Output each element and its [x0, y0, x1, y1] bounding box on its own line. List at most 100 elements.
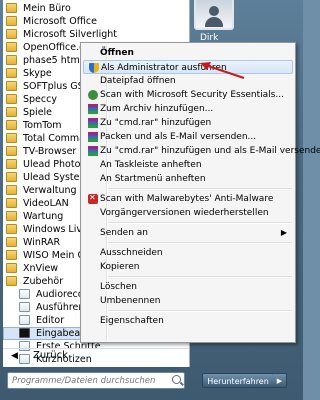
- command-prompt-icon: [19, 328, 30, 338]
- start-menu: Mein Büro Microsoft Office Microsoft Silve…: [0, 0, 320, 400]
- program-label: Wartung: [23, 211, 64, 222]
- malwarebytes-icon: [88, 191, 98, 205]
- context-menu-item[interactable]: Eigenschaften: [83, 314, 293, 328]
- menu-separator: [108, 276, 292, 278]
- context-menu-item[interactable]: Scan with Microsoft Security Essentials.…: [83, 88, 293, 102]
- folder-icon: [6, 211, 17, 221]
- context-menu-label: Scan with Microsoft Security Essentials.…: [100, 90, 284, 100]
- program-label: Ausführen: [36, 302, 85, 313]
- user-avatar[interactable]: [194, 0, 234, 30]
- folder-icon: [6, 185, 17, 195]
- folder-icon: [6, 237, 17, 247]
- winrar-icon: [88, 132, 98, 142]
- program-folder[interactable]: Microsoft Silverlight: [3, 28, 189, 41]
- program-icon: [19, 302, 30, 312]
- program-label: Verwaltung: [23, 185, 77, 196]
- context-menu-item[interactable]: Dateipfad öffnen: [83, 74, 293, 88]
- folder-icon: [6, 81, 17, 91]
- folder-icon: [6, 68, 17, 78]
- context-menu-label: Zu "cmd.rar" hinzufügen und als E-Mail v…: [100, 146, 320, 156]
- context-menu-label: Senden an: [100, 228, 148, 238]
- program-icon: [19, 289, 30, 299]
- uac-shield-icon: [89, 63, 99, 73]
- program-label: TV-Browser: [23, 146, 77, 157]
- avatar-head-shape: [209, 6, 219, 16]
- context-menu-label: An Taskleiste anheften: [100, 160, 202, 170]
- menu-separator: [108, 188, 292, 190]
- context-menu-item[interactable]: Umbenennen: [83, 294, 293, 308]
- avatar-body-shape: [205, 17, 223, 27]
- folder-icon: [6, 159, 17, 169]
- folder-icon: [6, 172, 17, 182]
- context-menu-item[interactable]: Packen und als E-Mail versenden...: [83, 130, 293, 144]
- submenu-arrow-icon: ▶: [280, 228, 287, 237]
- shutdown-options-button[interactable]: ▶: [273, 373, 287, 388]
- security-essentials-icon: [88, 90, 98, 100]
- context-menu-item[interactable]: Ausschneiden: [83, 246, 293, 260]
- program-label: Skype: [23, 68, 52, 79]
- context-menu-label: Kopieren: [100, 262, 140, 272]
- shutdown-button[interactable]: Herunterfahren: [202, 373, 274, 388]
- context-menu-item[interactable]: An Startmenü anheften: [83, 172, 293, 186]
- context-menu-item[interactable]: Als Administrator ausführen: [83, 60, 293, 74]
- search-box[interactable]: [7, 372, 185, 389]
- back-button[interactable]: ◀ Zurück: [3, 348, 189, 363]
- program-label: Spiele: [23, 107, 53, 118]
- menu-separator: [108, 242, 292, 244]
- context-menu-label: Scan with Malwarebytes' Anti-Malware: [100, 194, 274, 204]
- program-folder[interactable]: Mein Büro: [3, 2, 189, 15]
- context-menu-item[interactable]: Löschen: [83, 280, 293, 294]
- program-label: Editor: [36, 315, 65, 326]
- context-menu-label: Löschen: [100, 282, 137, 292]
- context-menu-label: Vorgängerversionen wiederherstellen: [100, 208, 269, 218]
- folder-icon: [6, 224, 17, 234]
- search-input[interactable]: [12, 374, 162, 388]
- folder-icon: [6, 42, 17, 52]
- winrar-icon: [88, 118, 98, 128]
- context-menu-label: Zum Archiv hinzufügen...: [100, 104, 214, 114]
- program-label: Zubehör: [23, 276, 64, 287]
- context-menu-item[interactable]: Zum Archiv hinzufügen...: [83, 102, 293, 116]
- context-menu-item[interactable]: Zu "cmd.rar" hinzufügen und als E-Mail v…: [83, 144, 320, 158]
- program-label: TomTom: [23, 120, 62, 131]
- program-label: VideoLAN: [23, 198, 69, 209]
- context-menu-item[interactable]: Zu "cmd.rar" hinzufügen: [83, 116, 293, 130]
- folder-icon: [6, 263, 17, 273]
- program-label: XnView: [23, 263, 59, 274]
- context-menu-item[interactable]: An Taskleiste anheften: [83, 158, 293, 172]
- context-menu-label: Packen und als E-Mail versenden...: [100, 132, 257, 142]
- context-menu-label: Ausschneiden: [100, 248, 163, 258]
- program-label: Windows Live: [23, 224, 88, 235]
- back-label: Zurück: [33, 350, 68, 361]
- context-menu-item[interactable]: Kopieren: [83, 260, 293, 274]
- folder-icon: [6, 250, 17, 260]
- folder-icon: [6, 29, 17, 39]
- program-icon: [19, 315, 30, 325]
- context-menu-label: Öffnen: [100, 48, 134, 58]
- folder-icon: [6, 55, 17, 65]
- menu-separator: [108, 310, 292, 312]
- folder-icon: [6, 107, 17, 117]
- context-menu-label: Als Administrator ausführen: [101, 63, 227, 73]
- context-menu-label: Dateipfad öffnen: [100, 76, 176, 86]
- context-menu-item[interactable]: Vorgängerversionen wiederherstellen: [83, 206, 293, 220]
- program-folder[interactable]: Microsoft Office: [3, 15, 189, 28]
- folder-icon: [6, 276, 17, 286]
- context-menu: Öffnen Als Administrator ausführen Dateipf…: [80, 42, 320, 343]
- context-menu-label: Zu "cmd.rar" hinzufügen: [100, 118, 212, 128]
- context-menu-item[interactable]: Scan with Malwarebytes' Anti-Malware: [83, 191, 293, 206]
- search-icon[interactable]: [172, 375, 181, 384]
- context-menu-item[interactable]: Senden an ▶: [83, 226, 293, 240]
- program-label: Speccy: [23, 94, 57, 105]
- folder-icon: [6, 3, 17, 13]
- folder-icon: [6, 146, 17, 156]
- folder-icon: [6, 94, 17, 104]
- folder-icon: [6, 198, 17, 208]
- folder-icon: [6, 133, 17, 143]
- folder-icon: [6, 16, 17, 26]
- folder-icon: [6, 120, 17, 130]
- context-menu-item[interactable]: Öffnen: [83, 46, 293, 60]
- program-label: Mein Büro: [23, 3, 71, 14]
- winrar-icon: [88, 104, 98, 114]
- winrar-icon: [88, 146, 98, 156]
